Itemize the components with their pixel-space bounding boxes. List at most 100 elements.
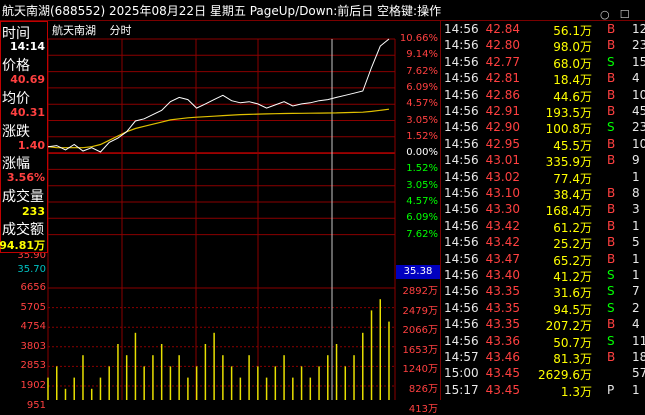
tick-time: 14:56 [444, 186, 479, 200]
volume-tick-label: 2479万 [402, 305, 438, 317]
tick-volume: 77.4万 [553, 171, 592, 186]
tick-volume: 41.2万 [553, 270, 592, 284]
percent-tick-label: 6.09% [406, 81, 438, 93]
tick-price: 42.95 [485, 136, 520, 151]
tick-list[interactable]: 14:56 42.84 56.1万 B 12 14:56 42.80 98.0万 B 23 14:5… [441, 21, 645, 400]
tick-time: 14:56 [444, 300, 479, 315]
tick-row[interactable]: 14:56 43.02 77.4万 1 [441, 170, 645, 186]
chart-mode[interactable]: 分时 [110, 24, 132, 37]
tick-volume: 18.4万 [553, 73, 592, 88]
price-value: 40.69 [10, 73, 45, 86]
tick-row[interactable]: 14:56 42.95 45.5万 B 10 [441, 137, 645, 153]
tick-count: 11 [632, 333, 645, 348]
tick-row[interactable]: 14:56 43.35 207.2万 B 4 [441, 317, 645, 333]
tick-row[interactable]: 14:56 43.01 335.9万 B 9 [441, 153, 645, 169]
intraday-chart[interactable] [0, 20, 440, 400]
tick-count: 4 [632, 317, 640, 332]
tick-side: S [607, 300, 615, 315]
percent-tick-label: 1.52% [406, 130, 438, 142]
volume-tick-label: 2066万 [402, 325, 438, 337]
tick-row[interactable]: 14:57 43.46 81.3万 B 18 [441, 350, 645, 366]
tick-side: B [607, 350, 616, 364]
percent-tick-label: 9.14% [406, 49, 438, 61]
tick-side: S [607, 284, 615, 299]
tick-price: 43.42 [485, 218, 520, 233]
percent-tick-label: 3.05% [406, 179, 438, 191]
tick-side: B [607, 38, 616, 53]
tick-row[interactable]: 14:56 42.77 68.0万 S 15 [441, 55, 645, 71]
percent-axis: 10.66% 9.14% 7.62% 6.09% 4.57% 3.05% 1.52% 0.00… [396, 0, 440, 290]
change-value: 1.40 [17, 139, 45, 152]
tick-side: S [607, 333, 615, 348]
tick-row[interactable]: 14:56 43.30 168.4万 B 3 [441, 202, 645, 218]
tick-count: 1 [632, 382, 640, 397]
tick-side: B [607, 22, 616, 36]
volume-tick-label: 826万 [408, 384, 438, 395]
left-volume-label: 3803 [20, 340, 46, 352]
tick-volume: 31.6万 [553, 286, 592, 301]
tick-price: 43.10 [485, 186, 520, 200]
tick-side: B [607, 71, 616, 86]
tick-side: B [607, 202, 616, 217]
tick-side: S [607, 268, 615, 282]
tick-volume: 168.4万 [545, 204, 592, 219]
tick-time: 15:00 [444, 366, 479, 381]
tick-price: 43.45 [485, 366, 520, 381]
tick-price: 43.35 [485, 284, 520, 299]
tick-price: 42.81 [485, 71, 520, 86]
amount-value: 94.81万 [0, 239, 45, 252]
price-label: 价格 [2, 58, 30, 74]
tick-row[interactable]: 14:56 43.47 65.2万 B 1 [441, 252, 645, 268]
left-price-label: 35.70 [17, 264, 46, 275]
tick-side: P [607, 382, 615, 397]
tick-price: 42.86 [485, 87, 520, 102]
tick-row[interactable]: 14:56 43.36 50.7万 S 11 [441, 334, 645, 350]
tick-volume: 44.6万 [553, 89, 592, 104]
tick-row[interactable]: 14:56 43.42 61.2万 B 1 [441, 219, 645, 235]
pct-value: 3.56% [6, 171, 45, 184]
tick-time: 14:56 [444, 120, 479, 135]
tick-count: 3 [632, 202, 640, 217]
left-volume-label: 4754 [20, 321, 46, 333]
tick-row[interactable]: 14:56 43.40 41.2万 S 1 [441, 268, 645, 284]
tick-side: B [607, 235, 616, 250]
tick-row[interactable]: 14:56 42.90 100.8万 S 23 [441, 120, 645, 136]
current-price-tag: 35.38 [396, 265, 440, 279]
tick-time: 15:17 [444, 382, 479, 397]
avg-label: 均价 [2, 91, 30, 107]
tick-row[interactable]: 14:56 43.35 94.5万 S 2 [441, 301, 645, 317]
pct-label: 涨幅 [2, 156, 30, 172]
tick-row[interactable]: 14:56 42.84 56.1万 B 12 [441, 22, 645, 38]
tick-volume: 68.0万 [553, 56, 592, 71]
tick-volume: 65.2万 [553, 253, 592, 268]
tick-count: 15 [632, 54, 645, 69]
tick-volume: 61.2万 [553, 220, 592, 235]
tick-row[interactable]: 14:56 42.91 193.5万 B 45 [441, 104, 645, 120]
tick-count: 575 [632, 366, 645, 381]
window-controls: ○ ☐ [600, 3, 640, 21]
tick-time: 14:56 [444, 54, 479, 69]
left-volume-label: 6656 [20, 282, 46, 293]
tick-row[interactable]: 15:17 43.45 1.3万 P 1 [441, 383, 645, 399]
tick-time: 14:56 [444, 22, 479, 36]
tick-row[interactable]: 14:56 42.80 98.0万 B 23 [441, 38, 645, 54]
tick-time: 14:56 [444, 284, 479, 299]
tick-row[interactable]: 14:56 42.81 18.4万 B 4 [441, 71, 645, 87]
tick-row[interactable]: 14:56 43.42 25.2万 B 5 [441, 235, 645, 251]
tick-volume: 81.3万 [553, 352, 592, 366]
tick-row[interactable]: 14:56 42.86 44.6万 B 10 [441, 88, 645, 104]
percent-tick-label: 0.00% [406, 147, 438, 159]
tick-price: 42.91 [485, 104, 520, 118]
volume-value: 233 [22, 205, 45, 218]
window-title: 航天南湖(688552) 2025年08月22日 星期五 PageUp/Down… [2, 4, 442, 18]
tick-time: 14:56 [444, 317, 479, 332]
tick-count: 1 [632, 268, 640, 282]
tick-row[interactable]: 14:56 43.35 31.6万 S 7 [441, 284, 645, 300]
volume-label: 成交量 [2, 189, 44, 205]
tick-time: 14:56 [444, 251, 479, 266]
percent-tick-label: 6.09% [406, 212, 438, 224]
tick-row[interactable]: 14:56 43.10 38.4万 B 8 [441, 186, 645, 202]
tick-row[interactable]: 15:00 43.45 2629.6万 575 [441, 366, 645, 382]
tick-price: 43.36 [485, 333, 520, 348]
tick-count: 18 [632, 350, 645, 364]
